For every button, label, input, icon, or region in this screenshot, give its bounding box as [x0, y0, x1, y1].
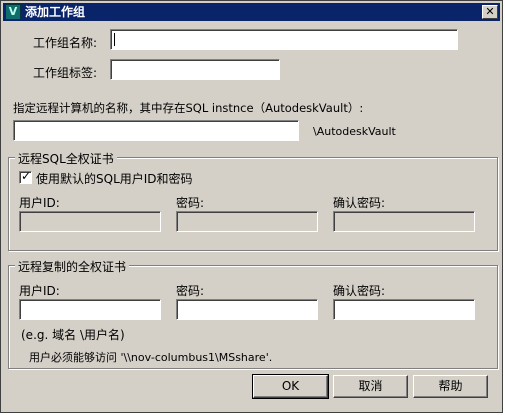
workgroup-name-label: 工作组名称: — [33, 36, 98, 50]
workgroup-tag-label: 工作组标签: — [33, 66, 98, 80]
instance-suffix-label: \AutodeskVault — [313, 125, 396, 138]
use-default-sql-checkbox[interactable]: ✓ — [19, 169, 32, 184]
user-format-hint: (e.g. 域名 \用户名) — [21, 328, 125, 342]
window-title: 添加工作组 — [25, 5, 86, 19]
vault-app-icon: V — [5, 4, 21, 20]
sql-password-input[interactable] — [176, 211, 318, 232]
use-default-sql-label: 使用默认的SQL用户ID和密码 — [36, 172, 193, 186]
remote-computer-prompt: 指定远程计算机的名称，其中存在SQL instnce（AutodeskVault… — [13, 101, 364, 115]
sql-password-label: 密码: — [176, 196, 205, 210]
title-bar: V 添加工作组 ✕ — [3, 3, 500, 21]
replication-confirm-password-label: 确认密码: — [333, 284, 386, 298]
replication-confirm-password-input[interactable] — [333, 299, 475, 320]
replication-password-input[interactable] — [176, 299, 318, 320]
share-access-note: 用户必须能够访问 '\\nov-columbus1\MSshare'. — [29, 351, 273, 364]
ok-button[interactable]: OK — [252, 374, 329, 399]
replication-password-label: 密码: — [176, 284, 205, 298]
sql-confirm-password-input[interactable] — [333, 211, 475, 232]
remote-computer-input[interactable] — [13, 120, 299, 141]
replication-credentials-title: 远程复制的全权证书 — [15, 258, 130, 275]
workgroup-tag-input[interactable] — [110, 59, 280, 80]
workgroup-name-input[interactable] — [110, 29, 458, 50]
help-button[interactable]: 帮助 — [413, 375, 488, 398]
checkmark-icon: ✓ — [21, 169, 32, 183]
sql-user-id-label: 用户ID: — [19, 196, 60, 210]
sql-credentials-title: 远程SQL全权证书 — [15, 150, 117, 167]
text-caret — [114, 33, 115, 46]
sql-confirm-password-label: 确认密码: — [333, 196, 386, 210]
replication-user-id-label: 用户ID: — [19, 284, 60, 298]
close-button[interactable]: ✕ — [482, 5, 498, 19]
replication-user-id-input[interactable] — [19, 299, 161, 320]
cancel-button[interactable]: 取消 — [333, 375, 408, 398]
add-workgroup-dialog: V 添加工作组 ✕ 工作组名称: 工作组标签: 指定远程计算机的名称，其中存在S… — [0, 0, 503, 413]
sql-user-id-input[interactable] — [19, 211, 161, 232]
